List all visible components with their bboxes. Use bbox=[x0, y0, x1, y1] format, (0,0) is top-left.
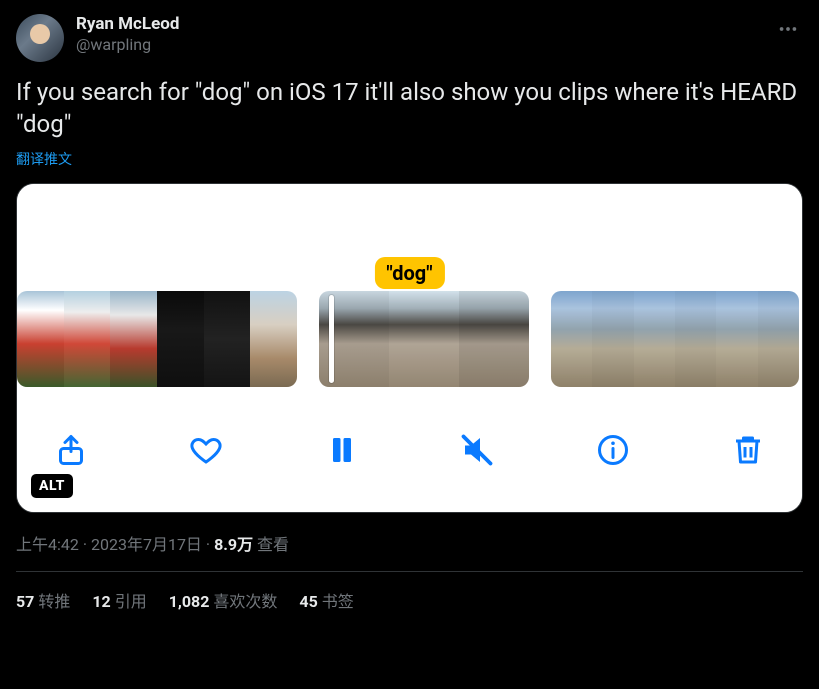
likes-label: 喜欢次数 bbox=[213, 592, 277, 611]
bookmarks-count: 45 bbox=[299, 592, 317, 611]
translate-link[interactable]: 翻译推文 bbox=[16, 149, 72, 169]
info-icon bbox=[595, 432, 631, 468]
tweet-date[interactable]: 2023年7月17日 bbox=[91, 535, 202, 554]
favorite-button[interactable] bbox=[184, 428, 228, 472]
bookmarks-label: 书签 bbox=[322, 592, 354, 611]
tweet-time[interactable]: 上午4:42 bbox=[16, 535, 79, 554]
tweet-body: If you search for "dog" on iOS 17 it'll … bbox=[16, 76, 803, 612]
more-options-button[interactable] bbox=[773, 14, 803, 44]
share-button[interactable] bbox=[49, 428, 93, 472]
bookmarks-stat[interactable]: 45 书签 bbox=[299, 588, 353, 612]
clip-frame bbox=[250, 291, 297, 387]
divider bbox=[16, 571, 803, 572]
alt-text-badge[interactable]: ALT bbox=[31, 474, 73, 498]
clip-group[interactable] bbox=[319, 291, 529, 387]
media-top-area: "dog" bbox=[17, 184, 802, 289]
views-label: 查看 bbox=[253, 535, 289, 554]
author-handle[interactable]: @warpling bbox=[76, 35, 179, 55]
likes-count: 1,082 bbox=[169, 592, 210, 611]
tweet-text: If you search for "dog" on iOS 17 it'll … bbox=[16, 76, 803, 141]
clip-frame bbox=[157, 291, 204, 387]
retweets-stat[interactable]: 57转推 bbox=[16, 588, 70, 612]
likes-stat[interactable]: 1,082喜欢次数 bbox=[169, 588, 278, 612]
media-toolbar bbox=[17, 389, 802, 512]
meta-separator: · bbox=[202, 535, 214, 554]
engagement-stats: 57转推 12 引用 1,082喜欢次数 45 书签 bbox=[16, 588, 803, 612]
media-attachment[interactable]: "dog" bbox=[16, 183, 803, 513]
clip-frame bbox=[319, 291, 389, 387]
trash-icon bbox=[730, 432, 766, 468]
author-display-name[interactable]: Ryan McLeod bbox=[76, 14, 179, 35]
mute-button[interactable] bbox=[455, 428, 499, 472]
clip-frame bbox=[17, 291, 64, 387]
clip-group[interactable] bbox=[17, 291, 297, 387]
clip-frame bbox=[551, 291, 592, 387]
retweets-count: 57 bbox=[16, 592, 34, 611]
views-count: 8.9万 bbox=[214, 535, 253, 554]
video-scrubber[interactable] bbox=[17, 289, 802, 389]
pause-button[interactable] bbox=[320, 428, 364, 472]
author-column: Ryan McLeod @warpling bbox=[76, 14, 179, 55]
quotes-count: 12 bbox=[92, 592, 110, 611]
clip-frame bbox=[64, 291, 111, 387]
info-button[interactable] bbox=[591, 428, 635, 472]
tweet-meta: 上午4:42 · 2023年7月17日 · 8.9万 查看 bbox=[16, 531, 803, 555]
clip-frame bbox=[592, 291, 633, 387]
avatar[interactable] bbox=[16, 14, 64, 62]
clip-frame bbox=[758, 291, 799, 387]
tweet: Ryan McLeod @warpling If you search for … bbox=[0, 0, 819, 626]
retweets-label: 转推 bbox=[38, 592, 70, 611]
clip-frame bbox=[634, 291, 675, 387]
speaker-muted-icon bbox=[459, 432, 495, 468]
clip-frame bbox=[110, 291, 157, 387]
clip-frame bbox=[716, 291, 757, 387]
clip-group[interactable] bbox=[551, 291, 799, 387]
more-horizontal-icon bbox=[777, 18, 799, 40]
clip-frame bbox=[204, 291, 251, 387]
quotes-label: 引用 bbox=[115, 592, 147, 611]
clip-frame bbox=[459, 291, 529, 387]
meta-separator: · bbox=[79, 535, 91, 554]
clip-frame bbox=[389, 291, 459, 387]
clip-frame bbox=[675, 291, 716, 387]
search-keyword-pill: "dog" bbox=[374, 257, 444, 289]
heart-icon bbox=[188, 432, 224, 468]
share-icon bbox=[53, 432, 89, 468]
pause-icon bbox=[324, 432, 360, 468]
delete-button[interactable] bbox=[726, 428, 770, 472]
quotes-stat[interactable]: 12 引用 bbox=[92, 588, 146, 612]
tweet-header: Ryan McLeod @warpling bbox=[16, 14, 803, 62]
